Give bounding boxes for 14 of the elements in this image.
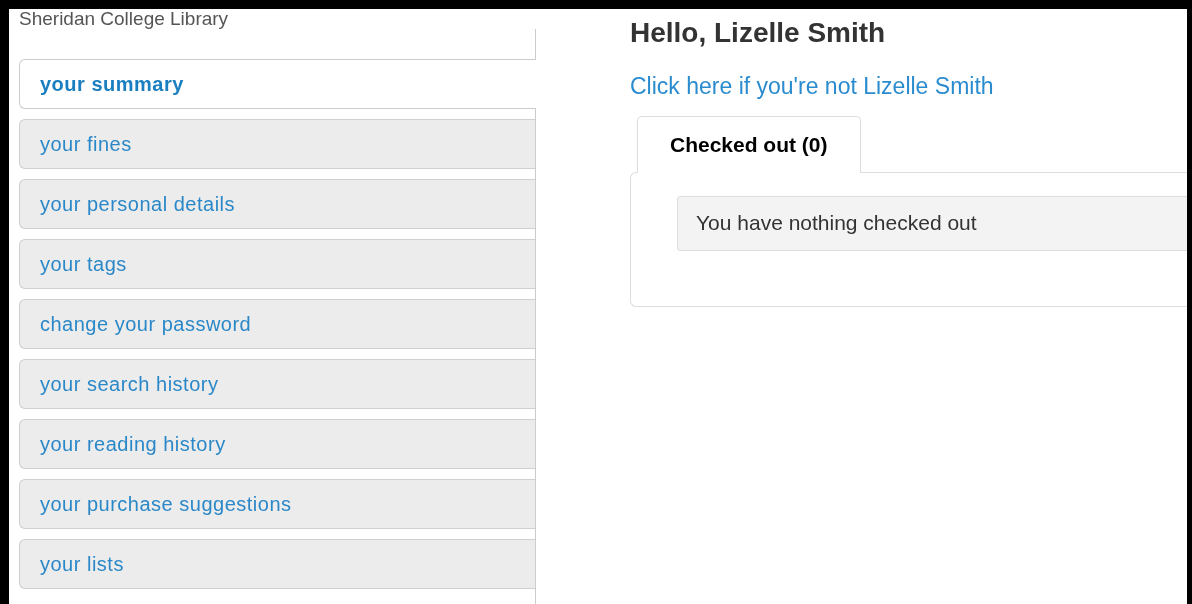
sidebar-item[interactable]: your search history xyxy=(19,359,535,409)
sidebar-item[interactable]: your reading history xyxy=(19,419,535,469)
sidebar-item[interactable]: your fines xyxy=(19,119,535,169)
greeting-heading: Hello, Lizelle Smith xyxy=(630,16,887,50)
tab[interactable]: Checked out (0) xyxy=(637,116,861,173)
sidebar-item[interactable]: your personal details xyxy=(19,179,535,229)
sidebar-item[interactable]: your purchase suggestions xyxy=(19,479,535,529)
library-name: Sheridan College Library xyxy=(18,9,230,29)
sidebar-item[interactable]: your tags xyxy=(19,239,535,289)
not-you-link[interactable]: Click here if you're not Lizelle Smith xyxy=(630,72,1187,100)
sidebar-item[interactable]: your summary xyxy=(19,59,536,109)
sidebar-item[interactable]: your lists xyxy=(19,539,535,589)
message-box: You have nothing checked out xyxy=(677,196,1187,251)
sidebar-item[interactable]: change your password xyxy=(19,299,535,349)
